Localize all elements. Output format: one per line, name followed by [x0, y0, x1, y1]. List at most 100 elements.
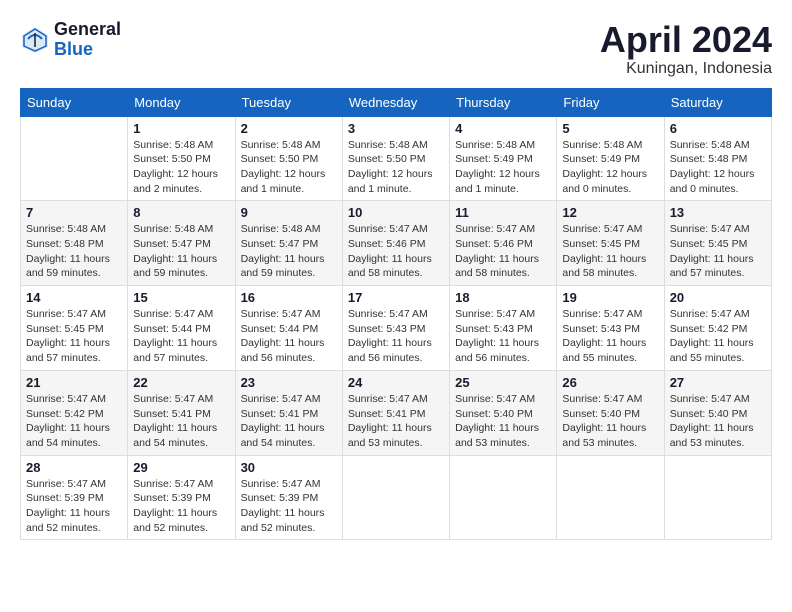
day-number: 28 [26, 460, 122, 475]
day-number: 14 [26, 290, 122, 305]
weekday-header-wednesday: Wednesday [342, 88, 449, 116]
cell-detail: Sunrise: 5:47 AMSunset: 5:44 PMDaylight:… [241, 307, 337, 366]
cell-detail: Sunrise: 5:47 AMSunset: 5:46 PMDaylight:… [455, 222, 551, 281]
calendar-cell: 13 Sunrise: 5:47 AMSunset: 5:45 PMDayligh… [664, 201, 771, 286]
cell-detail: Sunrise: 5:48 AMSunset: 5:47 PMDaylight:… [133, 222, 229, 281]
cell-detail: Sunrise: 5:47 AMSunset: 5:44 PMDaylight:… [133, 307, 229, 366]
day-number: 9 [241, 205, 337, 220]
logo-general-text: General [54, 20, 121, 40]
cell-detail: Sunrise: 5:47 AMSunset: 5:41 PMDaylight:… [348, 392, 444, 451]
page-header: General Blue April 2024 Kuningan, Indone… [20, 20, 772, 78]
logo-text: General Blue [54, 20, 121, 60]
day-number: 16 [241, 290, 337, 305]
day-number: 4 [455, 121, 551, 136]
calendar-cell: 30Sunrise: 5:47 AMSunset: 5:39 PMDayligh… [235, 455, 342, 540]
calendar-body: 1 Sunrise: 5:48 AMSunset: 5:50 PMDaylight… [21, 116, 772, 540]
calendar-cell: 21 Sunrise: 5:47 AMSunset: 5:42 PMDayligh… [21, 370, 128, 455]
cell-detail: Sunrise: 5:47 AMSunset: 5:41 PMDaylight:… [133, 392, 229, 451]
title-area: April 2024 Kuningan, Indonesia [600, 20, 772, 78]
day-number: 1 [133, 121, 229, 136]
calendar-cell: 23 Sunrise: 5:47 AMSunset: 5:41 PMDayligh… [235, 370, 342, 455]
day-number: 25 [455, 375, 551, 390]
cell-detail: Sunrise: 5:47 AMSunset: 5:40 PMDaylight:… [670, 392, 766, 451]
day-number: 11 [455, 205, 551, 220]
cell-detail: Sunrise: 5:47 AMSunset: 5:45 PMDaylight:… [562, 222, 658, 281]
calendar-cell: 11 Sunrise: 5:47 AMSunset: 5:46 PMDayligh… [450, 201, 557, 286]
day-number: 15 [133, 290, 229, 305]
cell-detail: Sunrise: 5:47 AMSunset: 5:40 PMDaylight:… [455, 392, 551, 451]
calendar-week-row: 1 Sunrise: 5:48 AMSunset: 5:50 PMDaylight… [21, 116, 772, 201]
weekday-header-friday: Friday [557, 88, 664, 116]
cell-detail: Sunrise: 5:47 AMSunset: 5:42 PMDaylight:… [26, 392, 122, 451]
weekday-header-thursday: Thursday [450, 88, 557, 116]
cell-detail: Sunrise: 5:47 AMSunset: 5:41 PMDaylight:… [241, 392, 337, 451]
cell-detail: Sunrise: 5:48 AMSunset: 5:48 PMDaylight:… [670, 138, 766, 197]
day-number: 27 [670, 375, 766, 390]
day-number: 24 [348, 375, 444, 390]
calendar-cell: 26 Sunrise: 5:47 AMSunset: 5:40 PMDayligh… [557, 370, 664, 455]
day-number: 3 [348, 121, 444, 136]
day-number: 2 [241, 121, 337, 136]
cell-detail: Sunrise: 5:48 AMSunset: 5:50 PMDaylight:… [133, 138, 229, 197]
cell-detail: Sunrise: 5:47 AMSunset: 5:42 PMDaylight:… [670, 307, 766, 366]
weekday-header-saturday: Saturday [664, 88, 771, 116]
calendar-cell: 14Sunrise: 5:47 AMSunset: 5:45 PMDayligh… [21, 286, 128, 371]
day-number: 6 [670, 121, 766, 136]
calendar-week-row: 14Sunrise: 5:47 AMSunset: 5:45 PMDayligh… [21, 286, 772, 371]
calendar-cell: 8 Sunrise: 5:48 AMSunset: 5:47 PMDaylight… [128, 201, 235, 286]
logo: General Blue [20, 20, 121, 60]
cell-detail: Sunrise: 5:48 AMSunset: 5:47 PMDaylight:… [241, 222, 337, 281]
logo-blue-text: Blue [54, 40, 121, 60]
calendar-cell: 24 Sunrise: 5:47 AMSunset: 5:41 PMDayligh… [342, 370, 449, 455]
calendar-cell: 18Sunrise: 5:47 AMSunset: 5:43 PMDayligh… [450, 286, 557, 371]
cell-detail: Sunrise: 5:47 AMSunset: 5:39 PMDaylight:… [133, 477, 229, 536]
calendar-cell [557, 455, 664, 540]
calendar-cell: 27 Sunrise: 5:47 AMSunset: 5:40 PMDayligh… [664, 370, 771, 455]
weekday-header-monday: Monday [128, 88, 235, 116]
day-number: 19 [562, 290, 658, 305]
calendar-cell [21, 116, 128, 201]
day-number: 7 [26, 205, 122, 220]
month-title: April 2024 [600, 20, 772, 60]
day-number: 8 [133, 205, 229, 220]
day-number: 5 [562, 121, 658, 136]
cell-detail: Sunrise: 5:48 AMSunset: 5:49 PMDaylight:… [455, 138, 551, 197]
day-number: 10 [348, 205, 444, 220]
day-number: 26 [562, 375, 658, 390]
cell-detail: Sunrise: 5:48 AMSunset: 5:50 PMDaylight:… [241, 138, 337, 197]
day-number: 12 [562, 205, 658, 220]
calendar-week-row: 21 Sunrise: 5:47 AMSunset: 5:42 PMDayligh… [21, 370, 772, 455]
cell-detail: Sunrise: 5:47 AMSunset: 5:43 PMDaylight:… [562, 307, 658, 366]
calendar-cell: 1 Sunrise: 5:48 AMSunset: 5:50 PMDaylight… [128, 116, 235, 201]
calendar-cell: 15 Sunrise: 5:47 AMSunset: 5:44 PMDayligh… [128, 286, 235, 371]
day-number: 13 [670, 205, 766, 220]
calendar-cell: 9 Sunrise: 5:48 AMSunset: 5:47 PMDaylight… [235, 201, 342, 286]
calendar-cell: 16 Sunrise: 5:47 AMSunset: 5:44 PMDayligh… [235, 286, 342, 371]
cell-detail: Sunrise: 5:47 AMSunset: 5:40 PMDaylight:… [562, 392, 658, 451]
cell-detail: Sunrise: 5:48 AMSunset: 5:50 PMDaylight:… [348, 138, 444, 197]
calendar-cell: 2 Sunrise: 5:48 AMSunset: 5:50 PMDaylight… [235, 116, 342, 201]
calendar-cell [450, 455, 557, 540]
calendar-cell: 7Sunrise: 5:48 AMSunset: 5:48 PMDaylight… [21, 201, 128, 286]
calendar-cell: 28Sunrise: 5:47 AMSunset: 5:39 PMDayligh… [21, 455, 128, 540]
day-number: 22 [133, 375, 229, 390]
calendar-cell: 25 Sunrise: 5:47 AMSunset: 5:40 PMDayligh… [450, 370, 557, 455]
cell-detail: Sunrise: 5:47 AMSunset: 5:43 PMDaylight:… [348, 307, 444, 366]
calendar-cell [664, 455, 771, 540]
day-number: 29 [133, 460, 229, 475]
calendar-cell: 12 Sunrise: 5:47 AMSunset: 5:45 PMDayligh… [557, 201, 664, 286]
day-number: 21 [26, 375, 122, 390]
day-number: 20 [670, 290, 766, 305]
location-text: Kuningan, Indonesia [600, 60, 772, 78]
calendar-cell: 20 Sunrise: 5:47 AMSunset: 5:42 PMDayligh… [664, 286, 771, 371]
weekday-header-tuesday: Tuesday [235, 88, 342, 116]
cell-detail: Sunrise: 5:47 AMSunset: 5:39 PMDaylight:… [241, 477, 337, 536]
calendar-cell: 3 Sunrise: 5:48 AMSunset: 5:50 PMDaylight… [342, 116, 449, 201]
calendar-cell [342, 455, 449, 540]
calendar-cell: 19 Sunrise: 5:47 AMSunset: 5:43 PMDayligh… [557, 286, 664, 371]
cell-detail: Sunrise: 5:47 AMSunset: 5:45 PMDaylight:… [670, 222, 766, 281]
day-number: 23 [241, 375, 337, 390]
weekday-header-sunday: Sunday [21, 88, 128, 116]
calendar-cell: 17Sunrise: 5:47 AMSunset: 5:43 PMDayligh… [342, 286, 449, 371]
calendar-cell: 29 Sunrise: 5:47 AMSunset: 5:39 PMDayligh… [128, 455, 235, 540]
